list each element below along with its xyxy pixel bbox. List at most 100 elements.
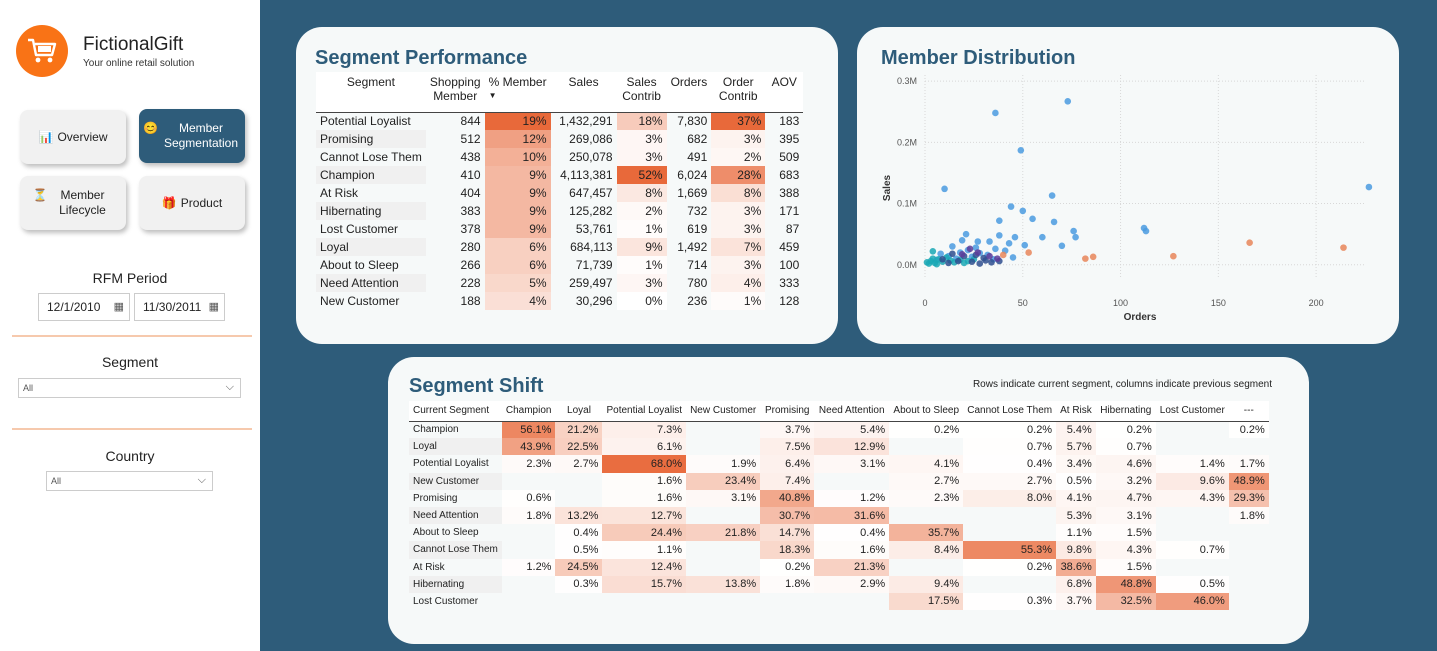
- current-segment-cell: Promising: [413, 492, 458, 504]
- table-row[interactable]: At Risk 1.2% 24.5% 12.4% 0.2% 21.3% 0.2% 38.6% 1…: [409, 558, 1269, 576]
- table-row[interactable]: Lost Customer 378 9% 53,761 1% 619 3% 87: [316, 220, 803, 238]
- column-header[interactable]: AOV: [765, 72, 804, 112]
- shift-cell: 43.9%: [501, 438, 556, 456]
- column-header[interactable]: Order Contrib: [711, 72, 766, 112]
- shift-cell: 29.3%: [1228, 489, 1269, 507]
- segment-name-cell: Hibernating: [316, 202, 426, 220]
- table-row[interactable]: Need Attention 228 5% 259,497 3% 780 4% 333: [316, 274, 803, 292]
- column-header[interactable]: % Member ▼: [484, 72, 551, 112]
- sidebar: FictionalGift Your online retail solutio…: [0, 0, 260, 651]
- shift-cell: 5.7%: [1056, 438, 1096, 456]
- calendar-icon[interactable]: ▦: [209, 300, 219, 313]
- rfm-start-date-value: 12/1/2010: [47, 300, 101, 314]
- column-header[interactable]: Lost Customer: [1155, 401, 1229, 421]
- table-row[interactable]: Loyal 280 6% 684,113 9% 1,492 7% 459: [316, 238, 803, 256]
- data-point: [999, 251, 1007, 259]
- shift-cell: [502, 576, 556, 593]
- shift-cell: [555, 593, 602, 610]
- table-cell: 3%: [711, 202, 766, 220]
- table-row[interactable]: New Customer 1.6% 23.4% 7.4% 2.7% 2.7% 0.5% 3.2…: [409, 472, 1269, 490]
- shift-cell: 1.6%: [602, 489, 687, 507]
- column-header[interactable]: Orders: [666, 72, 712, 112]
- table-cell: 378: [460, 222, 481, 236]
- table-cell: 183: [765, 111, 804, 130]
- table-row[interactable]: Potential Loyalist 844 19% 1,432,291 18% 7,83…: [316, 111, 804, 130]
- table-row[interactable]: New Customer 188 4% 30,296 0% 236 1% 128: [316, 292, 803, 310]
- country-dropdown[interactable]: All ⌵: [46, 471, 213, 491]
- data-point: [929, 247, 937, 255]
- nav-member-segmentation-button[interactable]: 😊 Member Segmentation: [139, 109, 245, 163]
- column-header[interactable]: Cannot Lose Them: [963, 401, 1057, 421]
- column-header[interactable]: Hibernating: [1095, 401, 1156, 421]
- column-header[interactable]: New Customer: [686, 401, 761, 421]
- table-cell: 52%: [616, 166, 667, 184]
- table-row[interactable]: Hibernating 0.3% 15.7% 13.8% 1.8% 2.9% 9.4% 6.8…: [409, 575, 1269, 593]
- nav-overview-button[interactable]: 📊 Overview: [20, 110, 126, 164]
- column-header[interactable]: At Risk: [1056, 401, 1096, 421]
- calendar-icon[interactable]: ▦: [114, 300, 124, 313]
- bar-chart-icon: 📊: [38, 129, 54, 144]
- column-header[interactable]: About to Sleep: [889, 401, 964, 421]
- nav-member-lifecycle-button[interactable]: ⏳ Member Lifecycle: [20, 176, 126, 230]
- shift-cell: [686, 559, 760, 576]
- smiley-icon: 😊: [143, 121, 158, 135]
- divider: [12, 335, 252, 337]
- column-header[interactable]: Champion: [501, 401, 556, 421]
- shift-cell: 1.5%: [1095, 558, 1156, 576]
- table-row[interactable]: Champion 410 9% 4,113,381 52% 6,024 28% 683: [316, 166, 803, 184]
- data-point: [1089, 253, 1097, 261]
- country-dropdown-value: All: [51, 476, 62, 486]
- column-header[interactable]: Loyal: [555, 401, 603, 421]
- table-cell: 1,492: [677, 240, 708, 254]
- shift-cell: 13.8%: [686, 575, 761, 593]
- column-header-label: Order Contrib: [718, 75, 758, 103]
- data-point: [1007, 203, 1015, 210]
- column-header[interactable]: Sales Contrib: [616, 72, 667, 112]
- data-point: [1021, 241, 1029, 249]
- table-row[interactable]: Promising 0.6% 1.6% 3.1% 40.8% 1.2% 2.3% 8.0% 4.…: [409, 489, 1269, 507]
- rfm-period-label: RFM Period: [92, 270, 168, 286]
- table-row[interactable]: Lost Customer 17.5% 0.3% 3.7% 32.5% 46.0%: [409, 592, 1269, 611]
- table-row[interactable]: At Risk 404 9% 647,457 8% 1,669 8% 388: [316, 184, 803, 202]
- table-row[interactable]: Loyal 43.9% 22.5% 6.1% 7.5% 12.9% 0.7% 5.7% 0.7%: [409, 438, 1269, 456]
- column-header[interactable]: Segment: [316, 72, 426, 112]
- shift-cell: 56.1%: [501, 420, 556, 439]
- data-point: [1017, 146, 1025, 154]
- table-row[interactable]: Hibernating 383 9% 125,282 2% 732 3% 171: [316, 202, 803, 220]
- x-tick-label: 50: [1018, 298, 1028, 308]
- table-row[interactable]: Champion 56.1% 21.2% 7.3% 3.7% 5.4% 0.2% 0.2% 5.…: [409, 420, 1269, 439]
- column-header[interactable]: Promising: [760, 401, 815, 421]
- table-row[interactable]: About to Sleep 0.4% 24.4% 21.8% 14.7% 0.4% 35.…: [409, 524, 1269, 542]
- shift-cell: 7.4%: [760, 472, 815, 490]
- shopping-cart-icon: [28, 38, 57, 63]
- table-row[interactable]: Cannot Lose Them 438 10% 250,078 3% 491 2% 509: [316, 148, 803, 166]
- column-header[interactable]: Sales: [550, 72, 617, 112]
- table-row[interactable]: Need Attention 1.8% 13.2% 12.7% 30.7% 31.6% 5.…: [409, 506, 1269, 525]
- shift-cell: 3.2%: [1095, 472, 1156, 490]
- rfm-start-date[interactable]: 12/1/2010 ▦: [38, 293, 130, 321]
- data-point: [958, 251, 966, 258]
- data-point: [1025, 249, 1032, 256]
- table-row[interactable]: Cannot Lose Them 0.5% 1.1% 18.3% 1.6% 8.4% 55.…: [409, 541, 1269, 559]
- x-axis-label: Orders: [1124, 312, 1157, 323]
- segment-performance-table: Segment Shopping Member % Member ▼ Sales Sale…: [316, 72, 804, 310]
- segment-dropdown[interactable]: All ⌵: [18, 378, 241, 398]
- column-header[interactable]: Current Segment: [409, 401, 502, 421]
- nav-product-button[interactable]: 🎁 Product: [139, 176, 245, 230]
- column-header[interactable]: Potential Loyalist: [602, 401, 687, 421]
- table-cell: 250,078: [569, 150, 613, 164]
- column-header[interactable]: Shopping Member: [425, 72, 485, 112]
- column-header[interactable]: ---: [1228, 401, 1269, 421]
- table-row[interactable]: About to Sleep 266 6% 71,739 1% 714 3% 100: [316, 256, 803, 274]
- rfm-end-date[interactable]: 11/30/2011 ▦: [134, 293, 225, 321]
- shift-cell: 55.3%: [963, 541, 1057, 559]
- data-point: [1070, 227, 1077, 235]
- table-row[interactable]: Potential Loyalist 2.3% 2.7% 68.0% 1.9% 6.4% 3…: [409, 455, 1269, 473]
- shift-cell: 48.8%: [1095, 575, 1156, 593]
- member-distribution-scatter[interactable]: 0 50 100 150 200 0.0M 0.1M 0.2M 0.3M Orders Sales: [857, 27, 1399, 344]
- shift-cell: [602, 593, 686, 610]
- column-header[interactable]: Need Attention: [814, 401, 890, 421]
- shift-cell: 6.8%: [1056, 575, 1096, 593]
- shift-cell: 13.2%: [555, 506, 603, 525]
- table-row[interactable]: Promising 512 12% 269,086 3% 682 3% 395: [316, 130, 803, 148]
